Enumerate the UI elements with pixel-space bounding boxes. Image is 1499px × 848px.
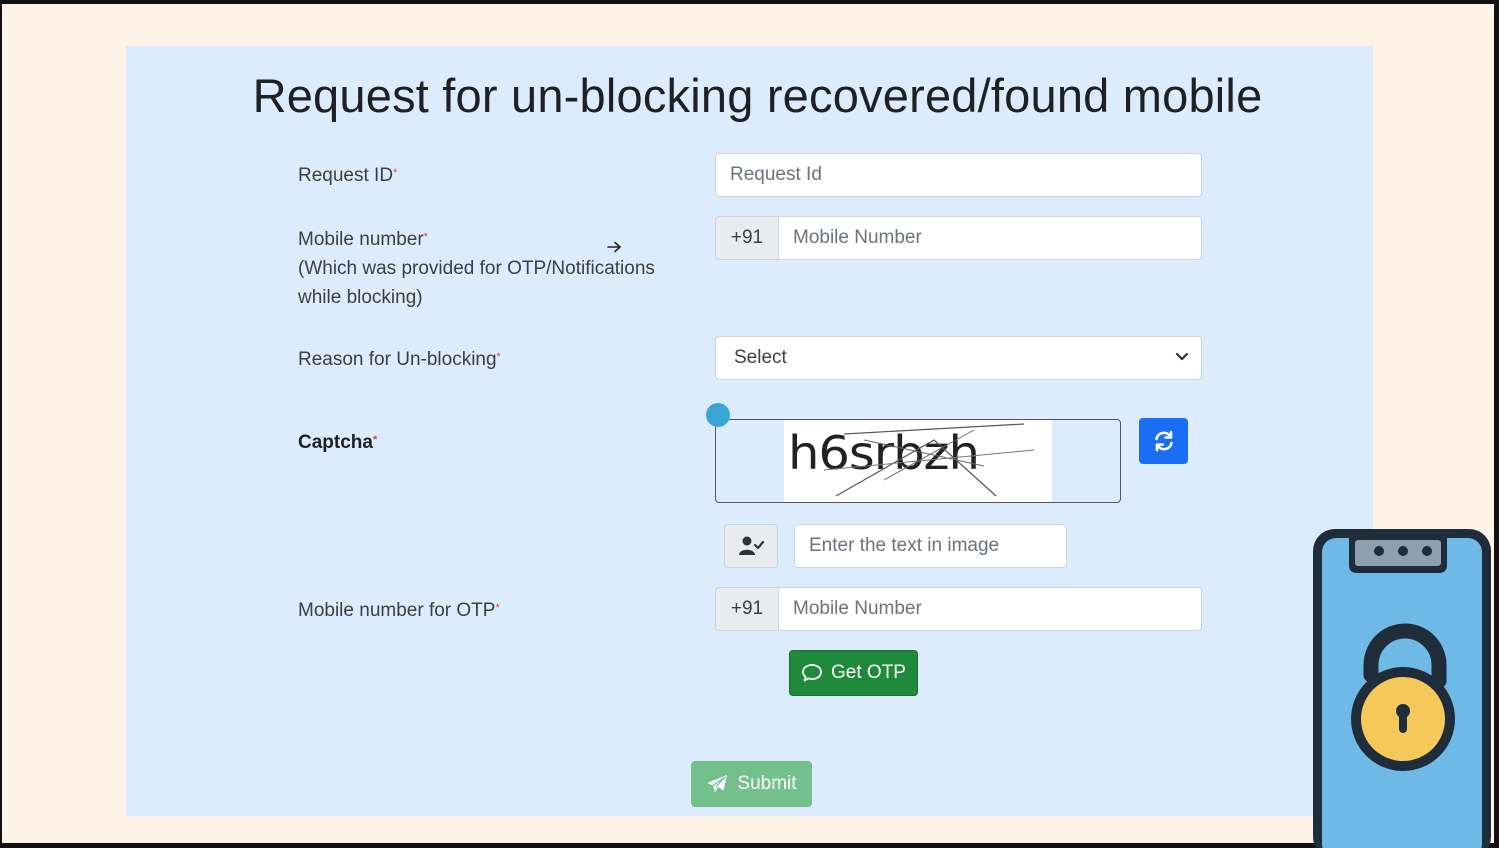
required-mark: * — [496, 351, 501, 363]
mobile-number-note-line2: while blocking) — [298, 287, 423, 308]
captcha-user-button — [724, 524, 778, 568]
required-mark: * — [393, 167, 398, 179]
page-title: Request for un-blocking recovered/found … — [252, 69, 1263, 122]
submit-button[interactable]: Submit — [691, 761, 812, 807]
mobile-number-group: +91 — [715, 216, 1202, 260]
captcha-input[interactable] — [794, 524, 1067, 568]
captcha-label-text: Captcha — [298, 432, 373, 453]
refresh-icon — [1154, 430, 1173, 452]
user-check-icon — [739, 536, 764, 555]
captcha-label: Captcha* — [298, 428, 377, 457]
mobile-number-label: Mobile number* (Which was provided for O… — [298, 225, 655, 312]
mobile-number-note-line1: (Which was provided for OTP/Notification… — [298, 258, 655, 279]
captcha-image: h6srbzh — [784, 420, 1052, 502]
request-id-input[interactable] — [715, 153, 1202, 197]
chevron-down-icon — [1175, 352, 1189, 361]
otp-mobile-label-text: Mobile number for OTP — [298, 600, 496, 621]
page-frame: Request for un-blocking recovered/found … — [2, 4, 1494, 843]
chat-bubble-icon — [802, 664, 822, 682]
refresh-captcha-button[interactable] — [1139, 418, 1188, 464]
submit-label: Submit — [737, 773, 797, 794]
required-mark: * — [372, 434, 378, 446]
captcha-box: h6srbzh — [715, 419, 1121, 503]
reason-select-value: Select — [734, 347, 787, 368]
unlocked-phone-icon — [1313, 529, 1491, 848]
otp-mobile-label: Mobile number for OTP* — [298, 596, 500, 625]
get-otp-button[interactable]: Get OTP — [789, 650, 918, 696]
mouse-pointer-icon — [607, 241, 621, 253]
required-mark: * — [423, 231, 428, 243]
otp-mobile-group: +91 — [715, 587, 1202, 631]
mobile-number-label-text: Mobile number — [298, 229, 424, 250]
reason-label-text: Reason for Un-blocking — [298, 349, 497, 370]
request-id-label: Request ID* — [298, 161, 397, 190]
reason-label: Reason for Un-blocking* — [298, 345, 501, 374]
mobile-number-input[interactable] — [778, 216, 1202, 260]
paper-plane-icon — [707, 775, 728, 793]
request-id-label-text: Request ID — [298, 165, 394, 186]
country-code-prefix: +91 — [715, 216, 778, 260]
captcha-noise-lines — [823, 423, 1035, 497]
cursor-indicator-dot — [706, 403, 730, 427]
otp-mobile-input[interactable] — [778, 587, 1202, 631]
required-mark: * — [495, 602, 500, 614]
get-otp-label: Get OTP — [831, 662, 906, 683]
form-card: Request for un-blocking recovered/found … — [126, 46, 1373, 816]
country-code-prefix: +91 — [715, 587, 778, 631]
reason-select[interactable]: Select — [715, 336, 1202, 380]
